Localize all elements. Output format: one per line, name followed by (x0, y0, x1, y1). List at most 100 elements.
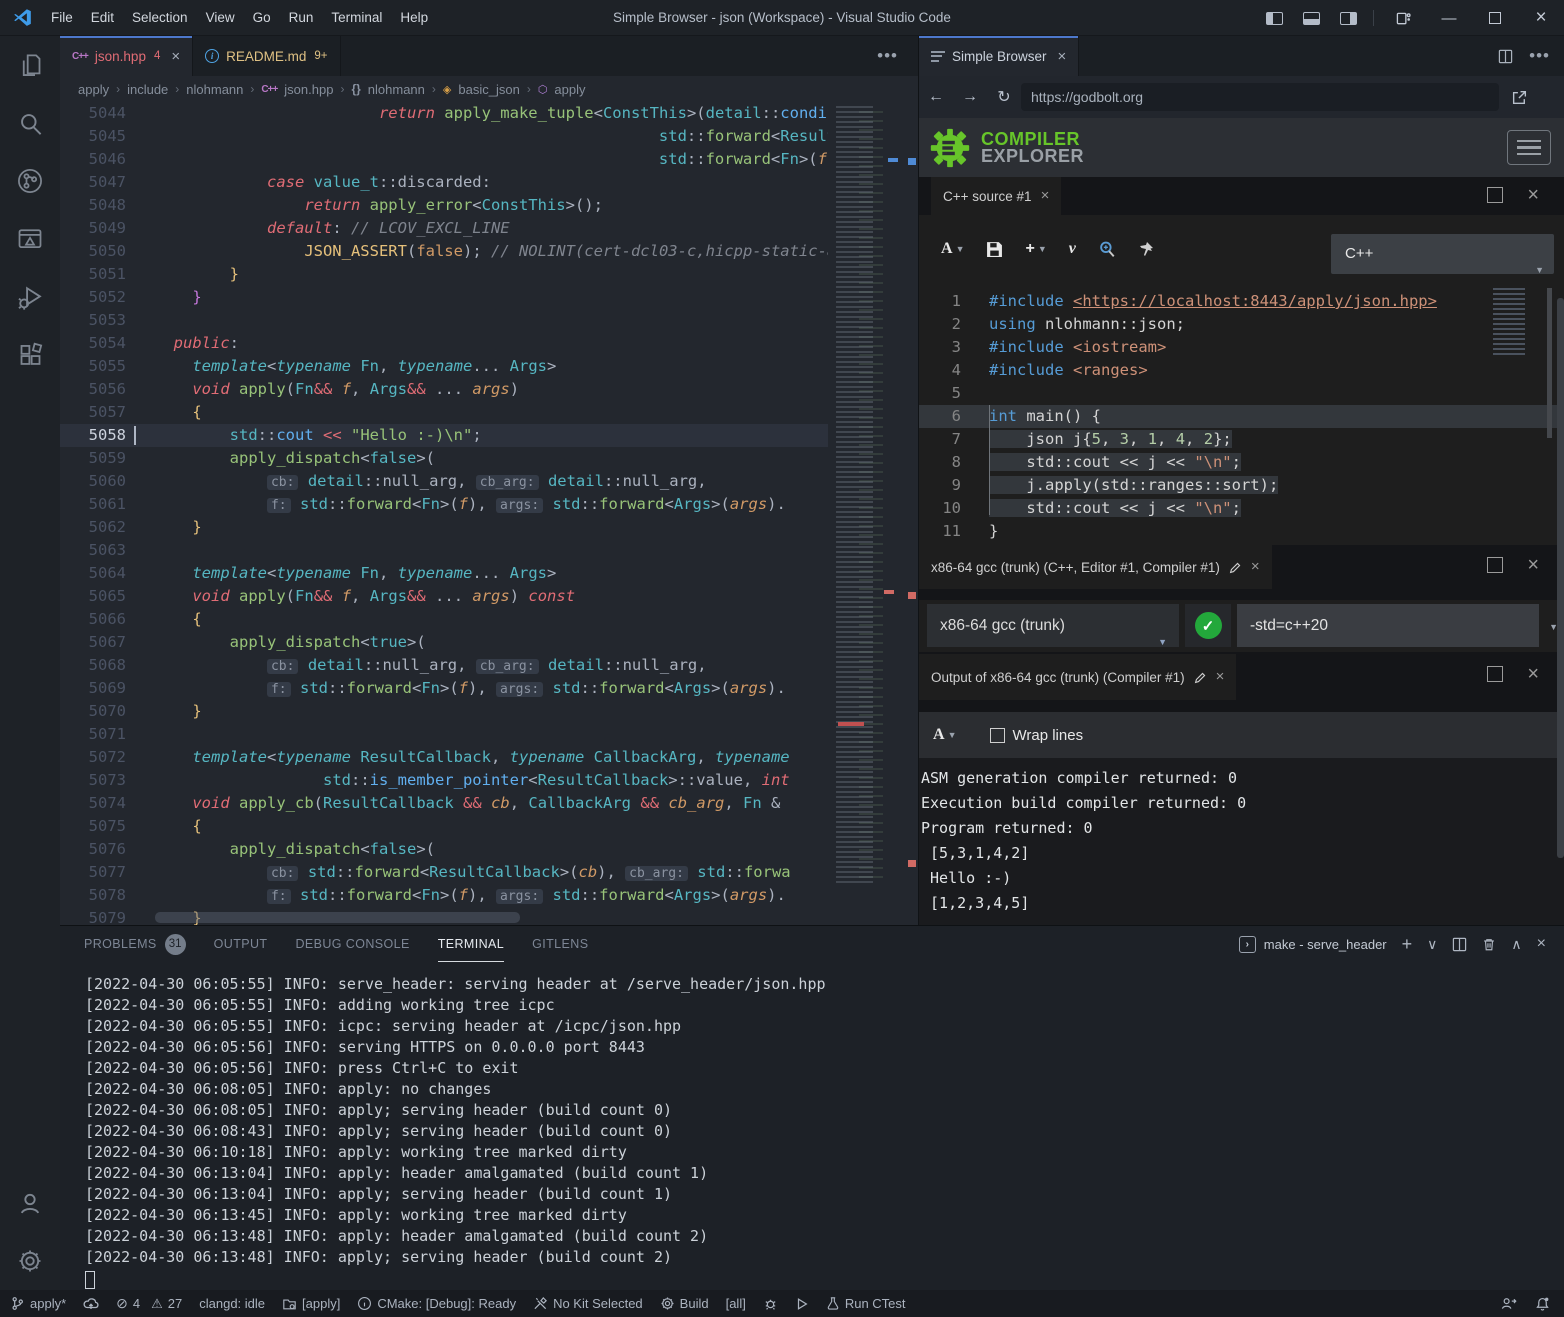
explorer-icon[interactable] (0, 36, 60, 94)
ce-source-editor[interactable]: 1#include <https://localhost:8443/apply/… (919, 283, 1564, 545)
cmake-status-item[interactable]: CMake: [Debug]: Ready (357, 1296, 516, 1311)
compiler-select[interactable]: x86-64 gcc (trunk)▼ (927, 604, 1179, 647)
toggle-panel-icon[interactable] (1303, 12, 1320, 25)
toggle-secondary-sidebar-icon[interactable] (1340, 12, 1357, 25)
code-line[interactable]: 1#include <https://localhost:8443/apply/… (919, 290, 1564, 313)
code-line[interactable]: 4#include <ranges> (919, 359, 1564, 382)
breadcrumb-item[interactable]: apply (554, 82, 585, 97)
toggle-sidebar-icon[interactable] (1266, 12, 1283, 25)
close-tab-icon[interactable]: × (171, 48, 180, 65)
breadcrumb-item[interactable]: json.hpp (284, 82, 333, 97)
rename-pencil-icon[interactable] (1229, 561, 1242, 574)
code-line[interactable]: 5051 } (60, 263, 918, 286)
split-terminal-icon[interactable] (1452, 937, 1467, 952)
close-icon[interactable]: × (1216, 669, 1225, 685)
problems-status-item[interactable]: ⊘ 4 ⚠ 27 (116, 1295, 182, 1312)
url-input[interactable]: https://godbolt.org (1021, 83, 1499, 111)
menu-item[interactable]: File (42, 10, 82, 25)
code-line[interactable]: 5078 f: std::forward<Fn>(f), args: std::… (60, 884, 918, 907)
code-line[interactable]: 5054 public: (60, 332, 918, 355)
code-line[interactable]: 3#include <iostream> (919, 336, 1564, 359)
ce-editor-scrollbar[interactable] (1547, 288, 1552, 438)
code-line[interactable]: 5052 } (60, 286, 918, 309)
tab-terminal[interactable]: TERMINAL (438, 926, 504, 962)
maximize-panel-icon[interactable]: ∧ (1511, 936, 1521, 953)
tab-debug-console[interactable]: DEBUG CONSOLE (295, 926, 409, 962)
code-line[interactable]: 5073 std::is_member_pointer<ResultCallba… (60, 769, 918, 792)
wrap-lines-checkbox[interactable] (990, 728, 1005, 743)
horizontal-scrollbar[interactable] (155, 912, 520, 923)
code-line[interactable]: 9 j.apply(std::ranges::sort); (919, 474, 1564, 497)
code-line[interactable]: 5048 return apply_error<ConstThis>(); (60, 194, 918, 217)
terminal-session-label[interactable]: make - serve_header (1264, 937, 1387, 952)
notifications-bell-icon[interactable] (1535, 1296, 1550, 1312)
code-line[interactable]: 5045 std::forward<ResultCallback>( (60, 125, 918, 148)
run-debug-icon[interactable] (0, 268, 60, 326)
new-terminal-icon[interactable]: + (1402, 934, 1413, 955)
ce-logo-icon[interactable] (927, 125, 973, 171)
ce-compiler-tab[interactable]: x86-64 gcc (trunk) (C++, Editor #1, Comp… (919, 545, 1272, 589)
code-line[interactable]: 5065 void apply(Fn&& f, Args&& ... args)… (60, 585, 918, 608)
clangd-status-item[interactable]: clangd: idle (199, 1296, 265, 1311)
breadcrumb-item[interactable]: basic_json (458, 82, 519, 97)
open-external-icon[interactable] (1511, 89, 1528, 106)
code-line[interactable]: 5062 } (60, 516, 918, 539)
accounts-icon[interactable] (0, 1174, 60, 1232)
code-line[interactable]: 5046 std::forward<Fn>(f) (60, 148, 918, 171)
maximize-pane-icon[interactable] (1487, 666, 1503, 682)
code-line[interactable]: 5071 (60, 723, 918, 746)
code-line[interactable]: 5068 cb: detail::null_arg, cb_arg: detai… (60, 654, 918, 677)
extensions-icon[interactable] (0, 326, 60, 384)
code-line[interactable]: 5059 apply_dispatch<false>( (60, 447, 918, 470)
code-line[interactable]: 5063 (60, 539, 918, 562)
feedback-icon[interactable] (1500, 1296, 1517, 1311)
code-line[interactable]: 5072 template<typename ResultCallback, t… (60, 746, 918, 769)
code-line[interactable]: 8 std::cout << j << "\n"; (919, 451, 1564, 474)
terminal-dropdown-icon[interactable]: ∨ (1427, 936, 1437, 953)
code-line[interactable]: 5056 void apply(Fn&& f, Args&& ... args) (60, 378, 918, 401)
tab-gitlens[interactable]: GITLENS (532, 926, 588, 962)
customize-layout-icon[interactable] (1380, 0, 1426, 36)
code-line[interactable]: 7 json j{5, 3, 1, 4, 2}; (919, 428, 1564, 451)
code-line[interactable]: 5 (919, 382, 1564, 405)
vim-mode-icon[interactable]: v (1069, 240, 1076, 258)
minimap[interactable] (828, 102, 906, 925)
close-pane-icon[interactable]: × (1527, 557, 1539, 573)
code-line[interactable]: 5069 f: std::forward<Fn>(f), args: std::… (60, 677, 918, 700)
run-ctest-button[interactable]: Run CTest (826, 1296, 906, 1311)
code-line[interactable]: 5057 { (60, 401, 918, 424)
build-button[interactable]: Build (660, 1296, 709, 1311)
code-editor[interactable]: 5044 return apply_make_tuple<ConstThis>(… (60, 102, 918, 925)
menu-item[interactable]: View (197, 10, 244, 25)
breadcrumb-item[interactable]: nlohmann (186, 82, 243, 97)
pin-icon[interactable] (1138, 241, 1154, 257)
code-line[interactable]: 5076 apply_dispatch<false>( (60, 838, 918, 861)
code-line[interactable]: 5074 void apply_cb(ResultCallback && cb,… (60, 792, 918, 815)
menu-item[interactable]: Edit (82, 10, 123, 25)
font-size-icon[interactable]: A▼ (933, 726, 956, 744)
breadcrumb-item[interactable]: nlohmann (368, 82, 425, 97)
code-line[interactable]: 5053 (60, 309, 918, 332)
code-line[interactable]: 11} (919, 520, 1564, 543)
code-line[interactable]: 5070 } (60, 700, 918, 723)
maximize-pane-icon[interactable] (1487, 557, 1503, 573)
code-line[interactable]: 5055 template<typename Fn, typename... A… (60, 355, 918, 378)
source-control-icon[interactable] (0, 152, 60, 210)
tab-readme-md[interactable]: i README.md 9+ (193, 36, 340, 76)
save-icon[interactable] (986, 241, 1003, 258)
debug-target-icon[interactable] (763, 1296, 778, 1311)
code-line[interactable]: 5061 f: std::forward<Fn>(f), args: std::… (60, 493, 918, 516)
ce-output-tab[interactable]: Output of x86-64 gcc (trunk) (Compiler #… (919, 654, 1236, 700)
maximize-button[interactable] (1472, 0, 1518, 36)
menu-item[interactable]: Go (244, 10, 280, 25)
close-pane-icon[interactable]: × (1527, 187, 1539, 203)
forward-icon[interactable]: → (953, 88, 987, 106)
add-pane-icon[interactable]: +▼ (1025, 240, 1046, 258)
font-size-icon[interactable]: A▼ (941, 240, 964, 258)
tab-problems[interactable]: PROBLEMS 31 (84, 926, 186, 962)
build-target-item[interactable]: [all] (726, 1296, 746, 1311)
close-panel-icon[interactable]: × (1537, 935, 1546, 953)
back-icon[interactable]: ← (919, 88, 953, 106)
menu-item[interactable]: Help (391, 10, 437, 25)
git-branch-item[interactable]: apply* (10, 1296, 66, 1311)
